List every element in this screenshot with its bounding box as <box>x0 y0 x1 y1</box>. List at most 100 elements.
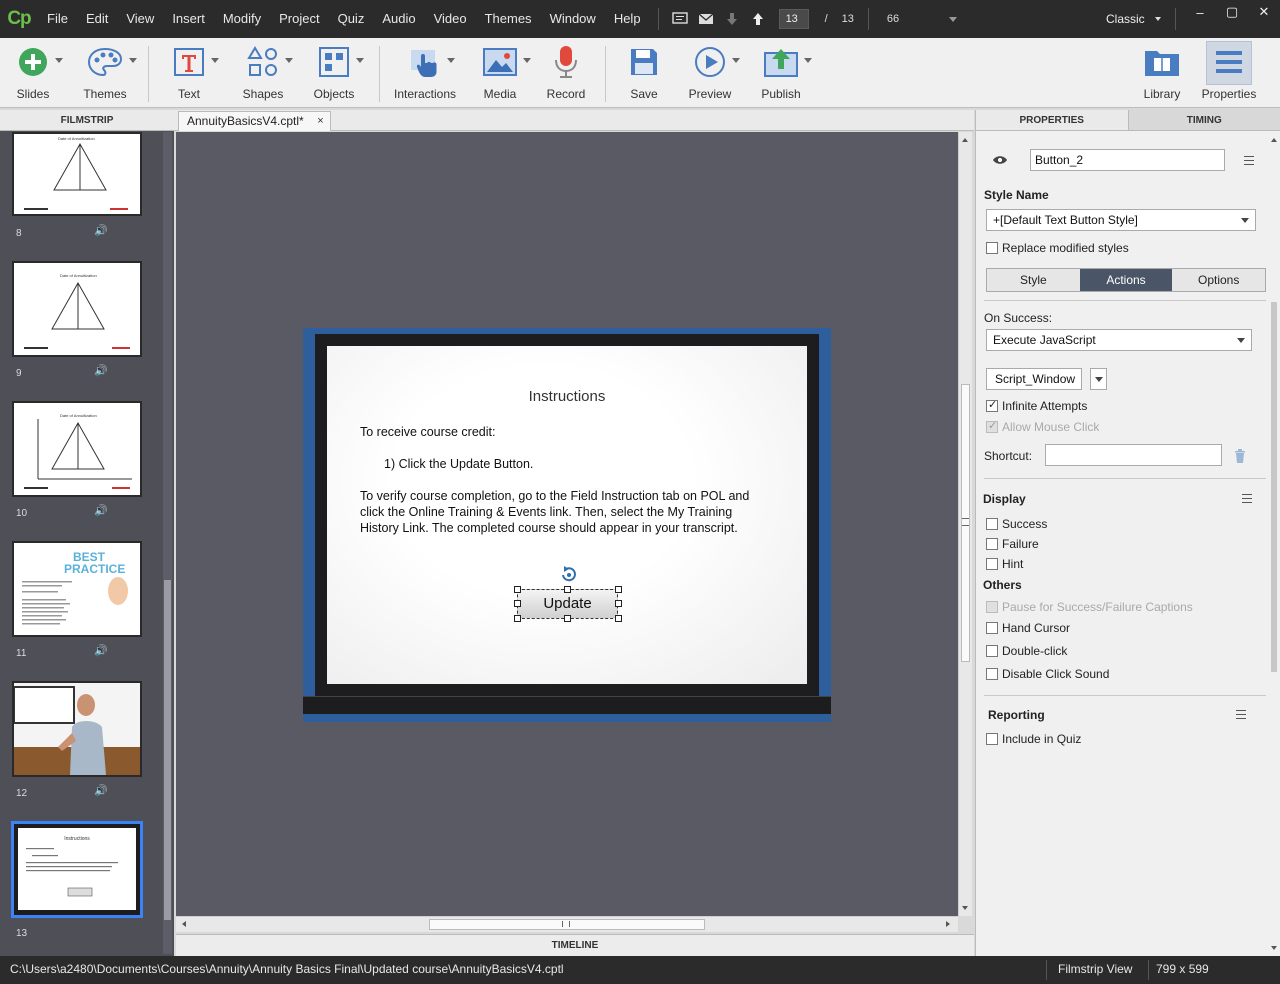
slide-thumbnail-8[interactable]: Date of Annuitization <box>12 132 142 216</box>
slide-line-credit[interactable]: To receive course credit: <box>360 424 495 440</box>
speaker-icon[interactable]: 🔊 <box>94 224 108 237</box>
timeline-panel-header[interactable]: TIMELINE <box>176 934 974 956</box>
object-name-input[interactable]: Button_2 <box>1030 149 1225 171</box>
publish-button[interactable]: Publish <box>758 38 812 108</box>
display-menu-icon[interactable] <box>1238 494 1252 504</box>
resize-handle[interactable] <box>514 586 521 593</box>
slide-canvas[interactable]: Instructions To receive course credit: 1… <box>327 346 807 684</box>
hand-cursor-checkbox[interactable] <box>986 622 998 634</box>
current-slide-input[interactable]: 13 <box>778 9 809 29</box>
zoom-dropdown-icon[interactable] <box>949 16 958 22</box>
resize-handle[interactable] <box>564 615 571 622</box>
record-button[interactable]: Record <box>545 38 587 108</box>
menu-themes[interactable]: Themes <box>476 0 541 38</box>
scroll-left-arrow-icon[interactable] <box>182 921 186 927</box>
minimize-button[interactable]: – <box>1184 0 1216 24</box>
menu-video[interactable]: Video <box>425 0 476 38</box>
rotate-handle-icon[interactable] <box>560 566 578 582</box>
resize-handle[interactable] <box>615 586 622 593</box>
menu-edit[interactable]: Edit <box>77 0 117 38</box>
resize-handle[interactable] <box>564 586 571 593</box>
filmstrip-scroll-thumb[interactable] <box>164 580 171 920</box>
document-tab[interactable]: AnnuityBasicsV4.cptl* × <box>178 111 331 131</box>
stage-horizontal-scrollbar[interactable] <box>176 916 958 932</box>
tab-properties[interactable]: PROPERTIES <box>976 110 1128 130</box>
interactions-button[interactable]: Interactions <box>394 38 456 108</box>
segment-options[interactable]: Options <box>1172 269 1265 291</box>
scroll-up-arrow-icon[interactable] <box>1271 138 1277 142</box>
replace-styles-checkbox[interactable] <box>986 242 998 254</box>
reporting-menu-icon[interactable] <box>1232 710 1246 720</box>
maximize-button[interactable]: ▢ <box>1216 0 1248 24</box>
slide-para-line-3[interactable]: History Link. The completed course shoul… <box>360 520 738 536</box>
arrow-down-icon[interactable] <box>719 0 745 38</box>
properties-button[interactable]: Properties <box>1200 38 1258 108</box>
menu-audio[interactable]: Audio <box>373 0 424 38</box>
menu-project[interactable]: Project <box>270 0 328 38</box>
resize-handle[interactable] <box>615 600 622 607</box>
slide-thumbnail-10[interactable]: Date of Annuitization <box>12 401 142 497</box>
speaker-icon[interactable]: 🔊 <box>94 504 108 517</box>
infinite-attempts-checkbox[interactable] <box>986 398 998 412</box>
menu-window[interactable]: Window <box>541 0 605 38</box>
script-window-button[interactable]: Script_Window <box>986 368 1082 390</box>
close-icon[interactable]: × <box>317 112 323 131</box>
slide-para-line-1[interactable]: To verify course completion, go to the F… <box>360 488 749 504</box>
disable-click-sound-checkbox[interactable] <box>986 668 998 680</box>
menu-help[interactable]: Help <box>605 0 650 38</box>
slide-thumbnail-12[interactable] <box>12 681 142 777</box>
segment-style[interactable]: Style <box>987 269 1080 291</box>
slide-thumbnail-13[interactable]: Instructions <box>11 821 143 918</box>
library-button[interactable]: Library <box>1140 38 1184 108</box>
resize-handle[interactable] <box>514 615 521 622</box>
hint-checkbox[interactable] <box>986 558 998 570</box>
scroll-down-arrow-icon[interactable] <box>1271 946 1277 950</box>
panel-menu-icon[interactable] <box>1240 156 1254 166</box>
workspace-switcher[interactable]: Classic <box>1106 0 1184 38</box>
slide-para-line-2[interactable]: click the Online Training & Events link.… <box>360 504 732 520</box>
slide-line-step[interactable]: 1) Click the Update Button. <box>384 456 533 472</box>
slide-title[interactable]: Instructions <box>327 388 807 405</box>
zoom-level[interactable]: 66 <box>887 13 899 25</box>
shortcut-input[interactable] <box>1045 444 1222 466</box>
script-window-dropdown[interactable] <box>1090 368 1107 390</box>
mail-icon[interactable] <box>693 0 719 38</box>
failure-checkbox[interactable] <box>986 538 998 550</box>
stage-vertical-scrollbar[interactable] <box>958 132 972 916</box>
slide-thumbnail-9[interactable]: Date of Annuitization <box>12 261 142 357</box>
resize-handle[interactable] <box>514 600 521 607</box>
preview-button[interactable]: Preview <box>688 38 740 108</box>
menu-insert[interactable]: Insert <box>163 0 214 38</box>
resize-handle[interactable] <box>615 615 622 622</box>
tab-timing[interactable]: TIMING <box>1127 110 1280 130</box>
scroll-down-arrow-icon[interactable] <box>962 906 968 910</box>
slides-button[interactable]: Slides <box>10 38 63 108</box>
themes-button[interactable]: Themes <box>80 38 137 108</box>
on-success-select[interactable]: Execute JavaScript <box>986 329 1252 351</box>
segment-actions[interactable]: Actions <box>1079 269 1173 291</box>
success-checkbox[interactable] <box>986 518 998 530</box>
text-button[interactable]: Text <box>166 38 219 108</box>
trash-icon[interactable] <box>1234 449 1246 463</box>
comment-icon[interactable] <box>667 0 693 38</box>
objects-button[interactable]: Objects <box>311 38 364 108</box>
menu-quiz[interactable]: Quiz <box>329 0 374 38</box>
arrow-up-icon[interactable] <box>745 0 771 38</box>
properties-scrollbar[interactable] <box>1268 132 1280 956</box>
close-button[interactable]: ✕ <box>1248 0 1280 24</box>
shapes-button[interactable]: Shapes <box>240 38 293 108</box>
eye-icon[interactable] <box>992 155 1008 165</box>
scroll-up-arrow-icon[interactable] <box>962 138 968 142</box>
speaker-icon[interactable]: 🔊 <box>94 364 108 377</box>
menu-file[interactable]: File <box>38 0 77 38</box>
properties-scroll-thumb[interactable] <box>1271 302 1277 672</box>
menu-modify[interactable]: Modify <box>214 0 270 38</box>
scroll-right-arrow-icon[interactable] <box>946 921 950 927</box>
save-button[interactable]: Save <box>623 38 665 108</box>
menu-view[interactable]: View <box>117 0 163 38</box>
style-name-select[interactable]: +[Default Text Button Style] <box>986 209 1256 231</box>
media-button[interactable]: Media <box>477 38 531 108</box>
double-click-checkbox[interactable] <box>986 645 998 657</box>
speaker-icon[interactable]: 🔊 <box>94 784 108 797</box>
slide-thumbnail-11[interactable]: BEST PRACTICE <box>12 541 142 637</box>
